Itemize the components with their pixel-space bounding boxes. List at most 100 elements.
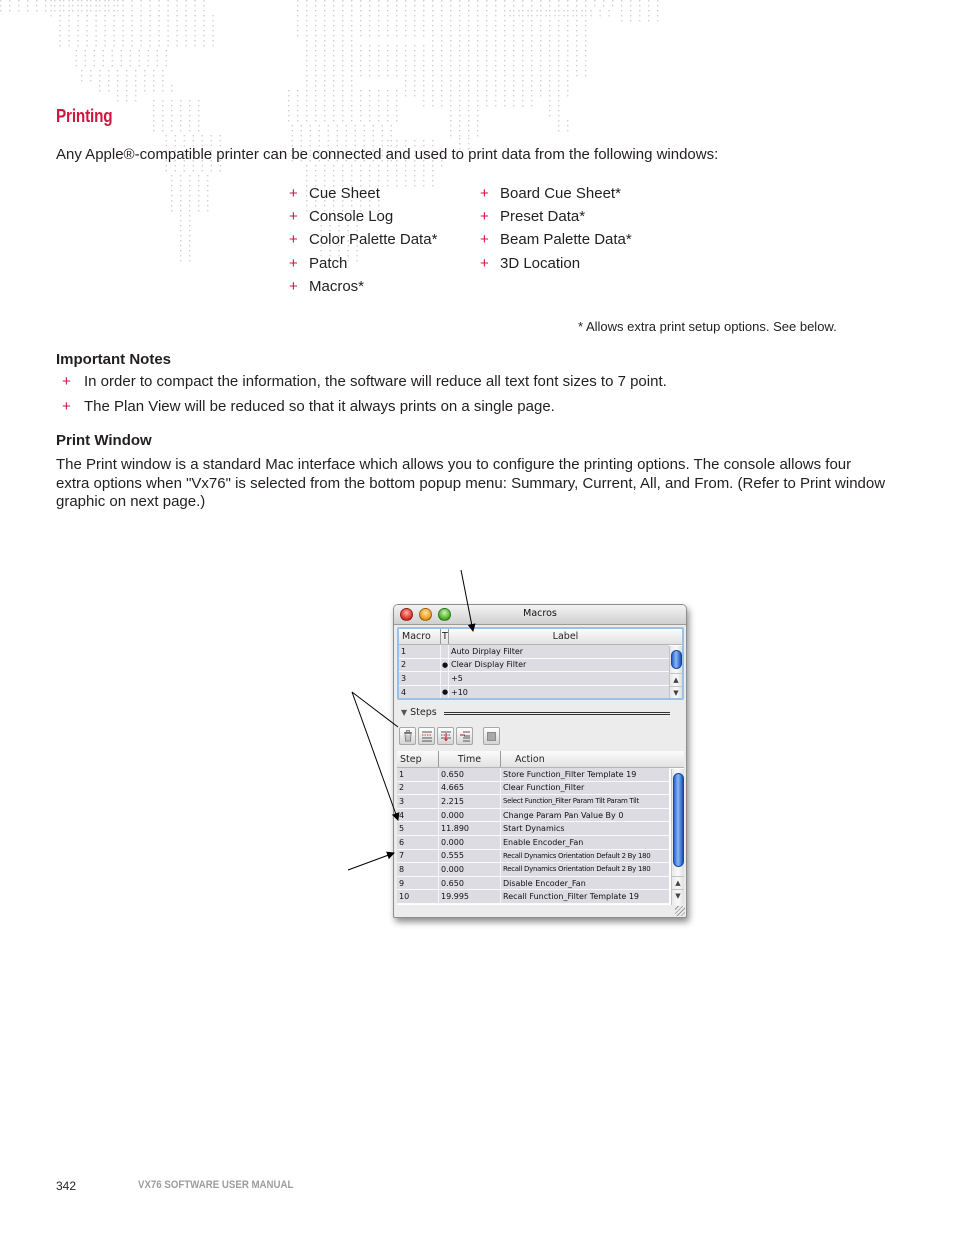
- step-table-row[interactable]: 1 0.650 Store Function_Filter Template 19: [397, 768, 669, 782]
- macro-table-row[interactable]: 2 ● Clear Display Filter: [399, 658, 669, 673]
- map-dot: [162, 105, 164, 107]
- add-step-button[interactable]: [456, 727, 473, 745]
- map-dot: [414, 45, 416, 47]
- column-header-t[interactable]: T: [441, 629, 449, 644]
- map-dot: [396, 70, 398, 72]
- map-dot: [405, 170, 407, 172]
- map-dot: [351, 105, 353, 107]
- map-dot: [156, 65, 158, 67]
- map-dot: [381, 140, 383, 142]
- map-dot: [405, 65, 407, 67]
- column-header-time[interactable]: Time: [439, 751, 501, 767]
- map-dot: [450, 85, 452, 87]
- map-dot: [567, 0, 569, 2]
- map-dot: [167, 20, 169, 22]
- map-dot: [468, 100, 470, 102]
- disclosure-triangle-icon[interactable]: ▼: [401, 708, 407, 717]
- step-table-row[interactable]: 5 11.890 Start Dynamics: [397, 822, 669, 836]
- map-dot: [140, 40, 142, 42]
- map-dot: [180, 190, 182, 192]
- map-dot: [486, 30, 488, 32]
- scroll-thumb[interactable]: [673, 773, 684, 867]
- scroll-down-arrow-icon[interactable]: ▼: [672, 889, 684, 901]
- map-dot: [291, 130, 293, 132]
- step-action: Recall Dynamics Orientation Default 2 By…: [503, 851, 651, 860]
- map-dot: [342, 120, 344, 122]
- scroll-down-arrow-icon[interactable]: ▼: [670, 686, 682, 698]
- macro-table-scrollbar[interactable]: ▲ ▼: [669, 646, 682, 698]
- map-dot: [486, 105, 488, 107]
- map-dot: [95, 0, 97, 2]
- window-titlebar[interactable]: Macros: [394, 605, 686, 625]
- map-dot: [171, 90, 173, 92]
- list-item-label: Patch: [309, 254, 348, 272]
- macro-table-row[interactable]: 1 Auto Dirplay Filter: [399, 645, 669, 659]
- map-dot: [342, 0, 344, 2]
- stop-button[interactable]: [483, 727, 500, 745]
- map-dot: [581, 10, 583, 12]
- map-dot: [567, 125, 569, 127]
- map-dot: [176, 35, 178, 37]
- map-dot: [95, 40, 97, 42]
- map-dot: [309, 135, 311, 137]
- map-dot: [81, 75, 83, 77]
- steps-table-scrollbar[interactable]: ▲ ▼: [671, 769, 684, 905]
- steps-disclosure[interactable]: ▼ Steps: [401, 707, 437, 718]
- scroll-thumb[interactable]: [671, 650, 682, 669]
- map-dot: [540, 85, 542, 87]
- map-dot: [351, 90, 353, 92]
- insert-step-button[interactable]: [418, 727, 435, 745]
- map-dot: [93, 50, 95, 52]
- map-dot: [531, 70, 533, 72]
- column-header-action[interactable]: Action: [501, 751, 684, 767]
- map-dot: [450, 95, 452, 97]
- map-dot: [176, 15, 178, 17]
- macro-table-row[interactable]: 4 ● +10: [399, 685, 669, 698]
- map-dot: [387, 45, 389, 47]
- map-dot: [194, 35, 196, 37]
- map-dot: [189, 185, 191, 187]
- map-dot: [342, 30, 344, 32]
- map-dot: [459, 50, 461, 52]
- map-dot: [351, 100, 353, 102]
- move-step-button[interactable]: [437, 727, 454, 745]
- map-dot: [549, 115, 551, 117]
- step-table-row[interactable]: 2 4.665 Clear Function_Filter: [397, 781, 669, 796]
- column-header-step[interactable]: Step: [397, 751, 439, 767]
- step-table-row[interactable]: 7 0.555 Recall Dynamics Orientation Defaul…: [397, 849, 669, 864]
- resize-grip-icon[interactable]: [675, 906, 685, 916]
- step-table-row[interactable]: 9 0.650 Disable Encoder_Fan: [397, 876, 669, 891]
- scroll-up-arrow-icon[interactable]: ▲: [672, 876, 684, 888]
- step-table-row[interactable]: 8 0.000 Recall Dynamics Orientation Defaul…: [397, 863, 669, 877]
- map-dot: [396, 60, 398, 62]
- map-dot: [207, 185, 209, 187]
- column-header-macro[interactable]: Macro: [399, 629, 441, 644]
- step-table-row[interactable]: 6 0.000 Enable Encoder_Fan: [397, 835, 669, 850]
- map-dot: [189, 110, 191, 112]
- step-table-row[interactable]: 4 0.000 Change Param Pan Value By 0: [397, 808, 669, 823]
- delete-step-button[interactable]: [399, 727, 416, 745]
- map-dot: [477, 125, 479, 127]
- map-dot: [540, 5, 542, 7]
- map-dot: [396, 0, 398, 2]
- map-dot: [288, 90, 290, 92]
- macro-table-row[interactable]: 3 +5: [399, 672, 669, 686]
- map-dot: [441, 105, 443, 107]
- map-dot: [477, 20, 479, 22]
- map-dot: [405, 90, 407, 92]
- map-dot: [405, 85, 407, 87]
- map-dot: [531, 85, 533, 87]
- map-dot: [414, 140, 416, 142]
- step-table-row[interactable]: 3 2.215 Select Function_Filter Param Tilt …: [397, 795, 669, 809]
- step-action: Change Param Pan Value By 0: [503, 810, 624, 820]
- column-header-label[interactable]: Label: [449, 629, 682, 644]
- map-dot: [477, 45, 479, 47]
- map-dot: [549, 65, 551, 67]
- map-dot: [306, 45, 308, 47]
- map-dot: [567, 85, 569, 87]
- scroll-up-arrow-icon[interactable]: ▲: [670, 673, 682, 685]
- map-dot: [144, 90, 146, 92]
- map-dot: [117, 95, 119, 97]
- step-table-row[interactable]: 10 19.995 Recall Function_Filter Template …: [397, 890, 669, 904]
- map-dot: [306, 70, 308, 72]
